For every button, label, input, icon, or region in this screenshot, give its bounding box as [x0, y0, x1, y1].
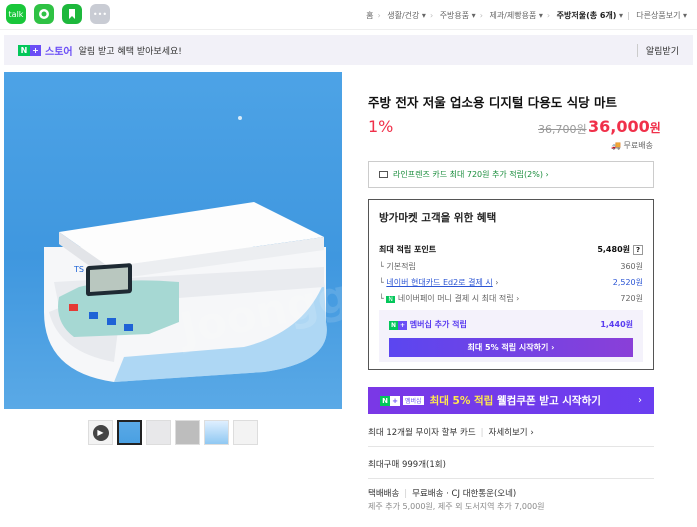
- breadcrumb-home[interactable]: 홈: [366, 11, 373, 20]
- more-share-icon[interactable]: •••: [90, 4, 110, 24]
- band-share-icon[interactable]: [34, 4, 54, 24]
- product-title: 주방 전자 저울 업소용 디지털 다용도 식당 마트: [368, 95, 617, 110]
- details-link[interactable]: 자세히보기: [489, 428, 528, 438]
- breadcrumb-current[interactable]: 주방저울(총 6개): [557, 11, 617, 20]
- store-alert-banner: N + 스토어 알림 받고 혜택 받아보세요! 알림받기: [4, 35, 693, 65]
- points-row-basic: └ 기본적립 360원: [379, 262, 643, 271]
- thumbnail-video[interactable]: ▶: [88, 420, 113, 445]
- thumbnail-strip: ▶: [88, 420, 258, 445]
- points-row-card: └ 네이버 현대카드 Ed2로 결제 시 › 2,520원: [379, 278, 643, 287]
- top-bar: talk ••• 홈 › 생활/건강 ▾ › 주방용품 ▾ › 제과/제빵용품 ▾ › …: [0, 0, 697, 30]
- thumbnail-1[interactable]: [117, 420, 142, 445]
- breadcrumb-kitchen[interactable]: 주방용품: [440, 11, 469, 20]
- delivery-info: 택배배송 | 무료배송 · CJ 대한통운(오네): [368, 489, 517, 499]
- welcome-coupon-banner[interactable]: N + 멤버십 최대 5% 적립 웰컴쿠폰 받고 시작하기 ›: [368, 387, 654, 414]
- nplus-membership-tag: N + 멤버십: [380, 395, 424, 406]
- sale-price: 36,000원: [588, 117, 661, 136]
- membership-row: N + 멤버십 추가 적립 1,440원: [389, 320, 633, 330]
- thumbnail-5[interactable]: [233, 420, 258, 445]
- divider: [368, 446, 654, 447]
- discount-rate: 1%: [368, 117, 394, 136]
- thumbnail-3[interactable]: [175, 420, 200, 445]
- product-main-image[interactable]: TS Joongg: [4, 72, 342, 409]
- original-price: 36,700원: [538, 123, 587, 136]
- share-icons: talk •••: [6, 4, 110, 24]
- purchase-limit: 최대구매 999개(1회): [368, 460, 446, 470]
- blog-share-icon[interactable]: [62, 4, 82, 24]
- membership-panel: N + 멤버십 추가 적립 1,440원 최대 5% 적립 시작하기 ›: [379, 310, 643, 362]
- nplus-store-logo: N + 스토어: [18, 43, 73, 58]
- hyundai-card-link[interactable]: 네이버 현대카드 Ed2로 결제 시: [386, 278, 492, 287]
- help-icon[interactable]: ?: [633, 245, 643, 255]
- svg-text:TS: TS: [73, 265, 84, 274]
- start-membership-button[interactable]: 최대 5% 적립 시작하기 ›: [389, 338, 633, 357]
- subscribe-alert-button[interactable]: 알림받기: [636, 44, 679, 57]
- npay-money-link[interactable]: 네이버페이 머니 결제 시 최대 적립: [398, 294, 514, 303]
- alert-text: 알림 받고 혜택 받아보세요!: [78, 46, 182, 57]
- breadcrumb-living[interactable]: 생활/건강: [387, 11, 419, 20]
- chevron-right-icon: ›: [638, 395, 642, 406]
- npay-icon: N: [386, 296, 395, 303]
- credit-card-icon: [379, 171, 388, 178]
- thumbnail-4[interactable]: [204, 420, 229, 445]
- digital-scale-illustration: TS: [44, 116, 327, 382]
- delivery-extra-fee: 제주 추가 5,000원, 제주 외 도서지역 추가 7,000원: [368, 502, 545, 511]
- truck-icon: 🚚: [611, 141, 621, 150]
- benefit-title: 방가마켓 고객을 위한 혜택: [379, 212, 497, 224]
- points-row-npay: └ N 네이버페이 머니 결제 시 최대 적립 › 720원: [379, 294, 643, 303]
- installment-info: 최대 12개월 무이자 할부 카드 | 자세히보기 ›: [368, 428, 534, 438]
- play-icon: ▶: [92, 424, 109, 441]
- breadcrumb-baking[interactable]: 제과/제빵용품: [489, 11, 536, 20]
- other-products-link[interactable]: 다른상품보기: [636, 11, 680, 20]
- card-promo-banner[interactable]: 라인프렌즈 카드 최대 720원 추가 적립(2%) ›: [368, 161, 654, 188]
- thumbnail-2[interactable]: [146, 420, 171, 445]
- benefit-box: 방가마켓 고객을 위한 혜택 최대 적립 포인트 5,480원? └ 기본적립 3…: [368, 199, 654, 370]
- max-points-row: 최대 적립 포인트 5,480원?: [379, 244, 643, 255]
- divider: [368, 478, 654, 479]
- breadcrumb: 홈 › 생활/건강 ▾ › 주방용품 ▾ › 제과/제빵용품 ▾ › 주방저울(총 6개…: [366, 11, 687, 20]
- shipping-info: 🚚 무료배송: [611, 141, 653, 150]
- kakaotalk-share-icon[interactable]: talk: [6, 4, 26, 24]
